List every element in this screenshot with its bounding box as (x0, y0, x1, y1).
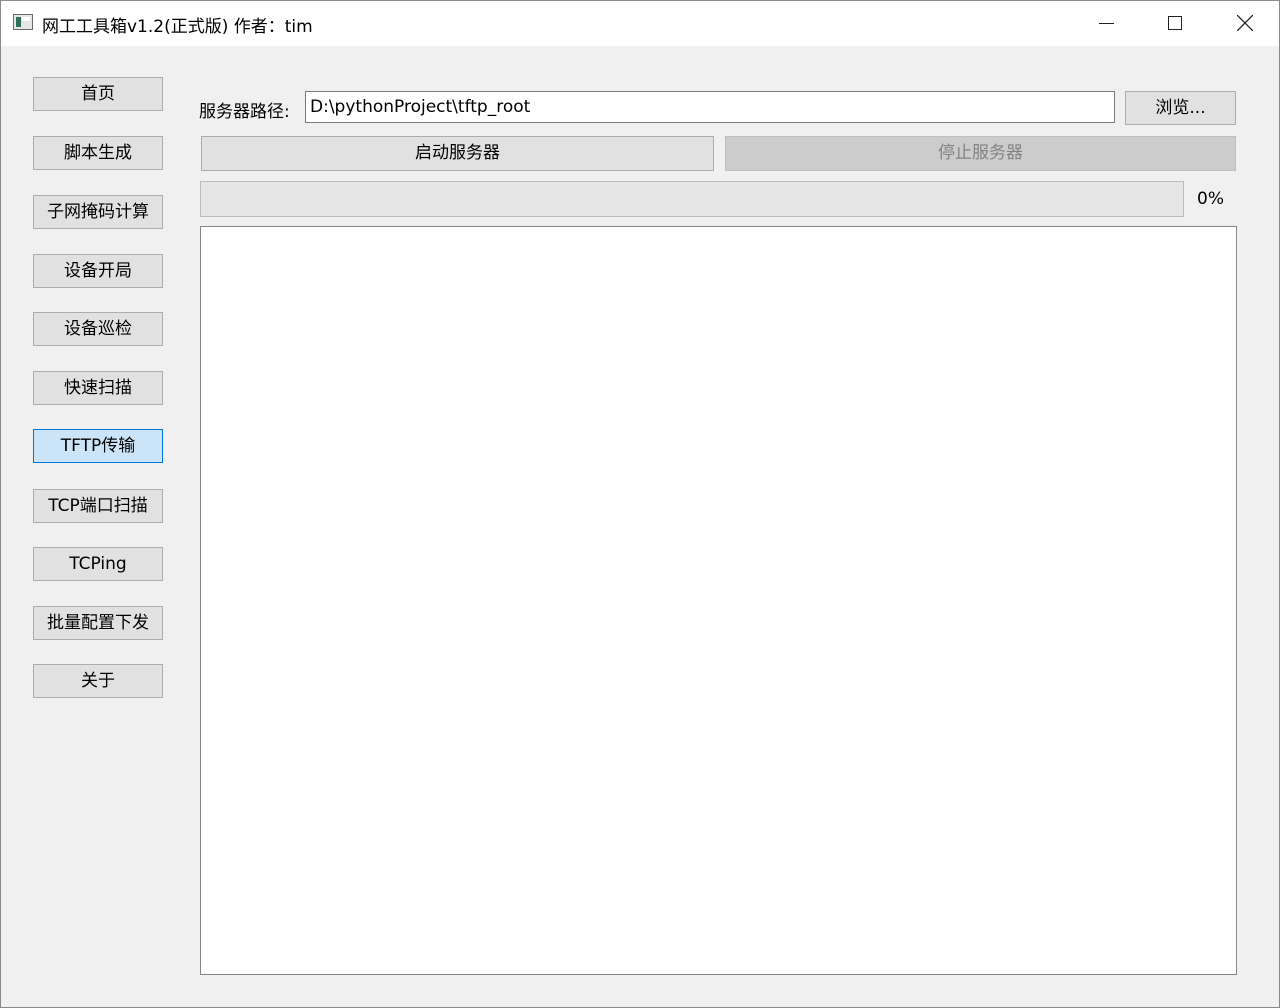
nav-tcp-port-scan[interactable]: TCP端口扫描 (33, 489, 163, 523)
window-title: 网工工具箱v1.2(正式版) 作者：tim (42, 17, 313, 37)
minimize-icon (1099, 23, 1114, 24)
progress-percent: 0% (1197, 189, 1224, 209)
nav-about[interactable]: 关于 (33, 664, 163, 698)
nav-device-setup[interactable]: 设备开局 (33, 254, 163, 288)
server-path-label: 服务器路径: (199, 102, 290, 122)
maximize-icon (1168, 16, 1182, 30)
nav-device-inspect[interactable]: 设备巡检 (33, 312, 163, 346)
close-icon (1237, 15, 1253, 31)
title-bar[interactable]: 网工工具箱v1.2(正式版) 作者：tim (1, 1, 1279, 46)
nav-subnet-calc[interactable]: 子网掩码计算 (33, 195, 163, 229)
log-output-area[interactable] (200, 226, 1237, 975)
minimize-button[interactable] (1083, 1, 1129, 46)
server-path-input[interactable]: D:\pythonProject\tftp_root (305, 91, 1115, 123)
nav-home[interactable]: 首页 (33, 77, 163, 111)
stop-server-button: 停止服务器 (725, 136, 1236, 171)
close-button[interactable] (1222, 1, 1268, 46)
nav-batch-config[interactable]: 批量配置下发 (33, 606, 163, 640)
transfer-progress-bar (200, 181, 1184, 217)
start-server-button[interactable]: 启动服务器 (201, 136, 714, 171)
maximize-button[interactable] (1152, 1, 1198, 46)
browse-button[interactable]: 浏览... (1125, 91, 1236, 125)
nav-script-gen[interactable]: 脚本生成 (33, 136, 163, 170)
nav-quick-scan[interactable]: 快速扫描 (33, 371, 163, 405)
nav-tcping[interactable]: TCPing (33, 547, 163, 581)
app-icon (13, 14, 33, 30)
nav-tftp[interactable]: TFTP传输 (33, 429, 163, 463)
app-window: 网工工具箱v1.2(正式版) 作者：tim 首页 脚本生成 子网掩码计算 设备开… (0, 0, 1280, 1008)
